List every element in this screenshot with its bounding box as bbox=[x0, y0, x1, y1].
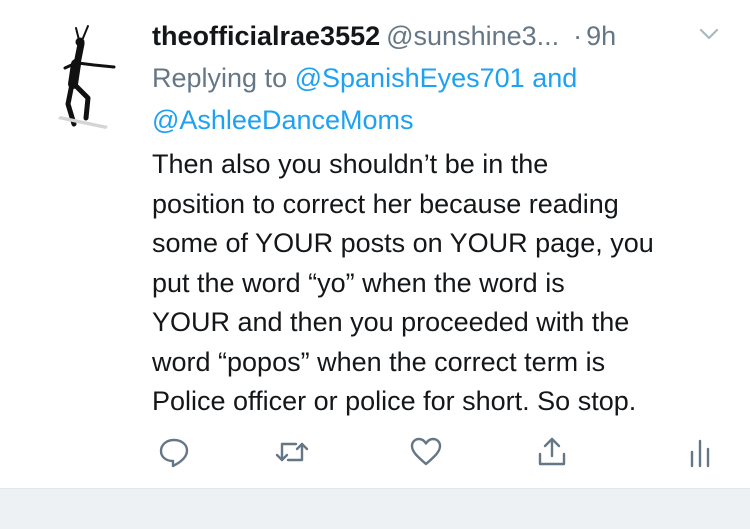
tweet-text-line: YOUR and then you proceeded with the bbox=[152, 307, 630, 337]
tweet-actions bbox=[150, 432, 730, 472]
reply-button[interactable] bbox=[154, 432, 194, 472]
tweet-text-line: word “popos” when the correct term is bbox=[152, 346, 606, 377]
like-icon bbox=[410, 437, 442, 466]
tweet-text-line: position to correct her because reading bbox=[152, 188, 619, 219]
mention-link[interactable]: @AshleeDanceMoms bbox=[152, 105, 414, 135]
tweet-text-line: put the word “yo” when the word is bbox=[152, 267, 565, 298]
bottom-bar bbox=[0, 488, 750, 529]
tweet-text-line: Police officer or police for short. So s… bbox=[152, 386, 637, 416]
reply-icon bbox=[159, 438, 189, 468]
replying-label: Replying to bbox=[152, 63, 288, 93]
mention-conjunction: and bbox=[532, 63, 578, 93]
chevron-down-icon[interactable] bbox=[696, 20, 722, 46]
avatar[interactable] bbox=[48, 18, 126, 134]
user-handle[interactable]: @sunshine3... bbox=[386, 21, 559, 51]
retweet-icon bbox=[275, 442, 309, 462]
tweet-text: Then also you shouldn’t be in the positi… bbox=[152, 145, 722, 422]
like-button[interactable] bbox=[406, 432, 446, 472]
retweet-button[interactable] bbox=[272, 432, 312, 472]
timestamp[interactable]: 9h bbox=[586, 21, 616, 51]
dancer-avatar-image bbox=[58, 25, 116, 129]
tweet-text-line: Then also you shouldn’t be in the bbox=[152, 149, 549, 179]
tweet-text-line: some of YOUR posts on YOUR page, you bbox=[152, 228, 654, 258]
analytics-button[interactable] bbox=[680, 432, 720, 472]
mention-link[interactable]: @SpanishEyes701 bbox=[295, 63, 525, 93]
replying-to: Replying to @SpanishEyes701 and @AshleeD… bbox=[152, 57, 712, 141]
separator-dot: · bbox=[573, 21, 583, 51]
analytics-icon bbox=[690, 439, 710, 468]
tweet[interactable]: theofficialrae3552 @sunshine3... · 9h Reply… bbox=[0, 0, 750, 488]
tweet-header: theofficialrae3552 @sunshine3... · 9h bbox=[152, 18, 732, 54]
share-icon bbox=[538, 437, 566, 466]
display-name[interactable]: theofficialrae3552 bbox=[152, 21, 380, 51]
share-button[interactable] bbox=[532, 432, 572, 472]
